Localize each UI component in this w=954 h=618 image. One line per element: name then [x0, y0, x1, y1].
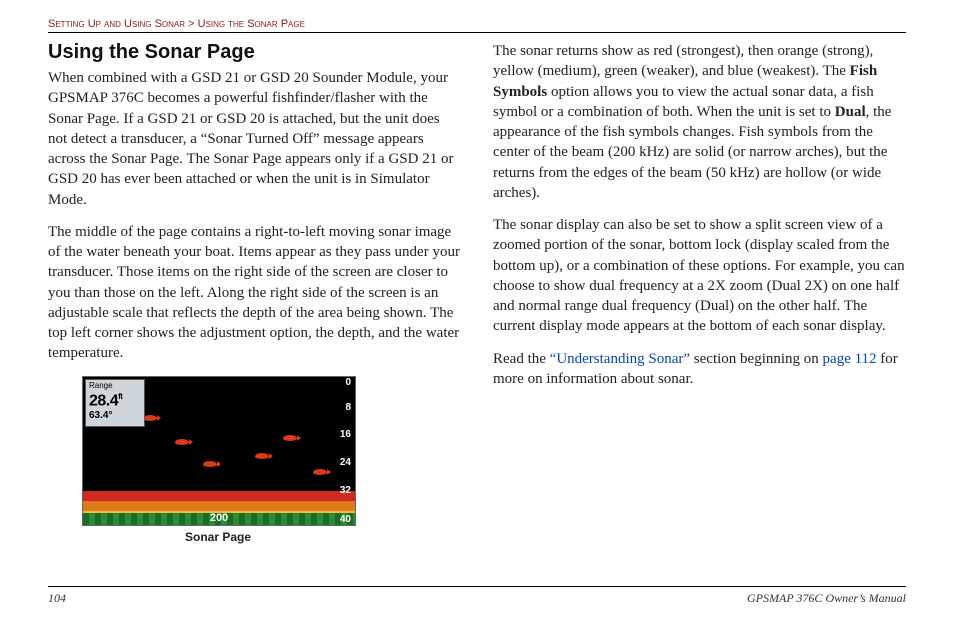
right-para-1: The sonar returns show as red (strongest…: [493, 41, 906, 203]
left-para-2: The middle of the page contains a right-…: [48, 222, 461, 364]
sonar-screenshot: Range 28.4ft 63.4° 0 8 16 24 32 40: [82, 376, 356, 526]
breadcrumb-section: Setting Up and Using Sonar: [48, 18, 185, 30]
left-column: Using the Sonar Page When combined with …: [48, 41, 461, 550]
fish-icon: [313, 469, 327, 475]
page-number: 104: [48, 591, 66, 606]
fish-icon: [203, 461, 217, 467]
page-footer: 104 GPSMAP 376C Owner’s Manual: [48, 586, 906, 606]
breadcrumb-page: Using the Sonar Page: [198, 18, 305, 30]
sonar-figure: Range 28.4ft 63.4° 0 8 16 24 32 40: [82, 376, 461, 544]
sonar-frequency: 200: [210, 512, 228, 524]
scale-tick: 32: [337, 485, 351, 496]
scale-tick: 24: [337, 457, 351, 468]
term-dual: Dual: [835, 104, 866, 120]
manual-title: GPSMAP 376C Owner’s Manual: [747, 591, 906, 606]
page-heading: Using the Sonar Page: [48, 41, 461, 64]
left-para-1: When combined with a GSD 21 or GSD 20 So…: [48, 68, 461, 210]
scale-tick: 16: [337, 429, 351, 440]
link-understanding-sonar[interactable]: “Understanding Sonar”: [550, 351, 690, 367]
fish-icon: [143, 415, 157, 421]
breadcrumb-sep: >: [185, 18, 198, 30]
right-para-3: Read the “Understanding Sonar” section b…: [493, 349, 906, 390]
manual-page: Setting Up and Using Sonar > Using the S…: [0, 0, 954, 618]
link-page-112[interactable]: page 112: [823, 351, 877, 367]
scale-tick: 40: [337, 514, 351, 525]
fish-icon: [283, 435, 297, 441]
readout-temp: 63.4°: [86, 408, 144, 423]
fish-icon: [175, 439, 189, 445]
right-para-2: The sonar display can also be set to sho…: [493, 215, 906, 337]
sonar-readout-box: Range 28.4ft 63.4°: [85, 379, 145, 427]
right-column: The sonar returns show as red (strongest…: [493, 41, 906, 550]
readout-depth: 28.4ft: [86, 390, 144, 408]
scale-tick: 0: [337, 377, 351, 388]
scale-tick: 8: [337, 402, 351, 413]
figure-caption: Sonar Page: [82, 530, 354, 544]
readout-range-label: Range: [86, 380, 144, 390]
breadcrumb: Setting Up and Using Sonar > Using the S…: [48, 18, 906, 33]
content-columns: Using the Sonar Page When combined with …: [48, 41, 906, 550]
fish-icon: [255, 453, 269, 459]
